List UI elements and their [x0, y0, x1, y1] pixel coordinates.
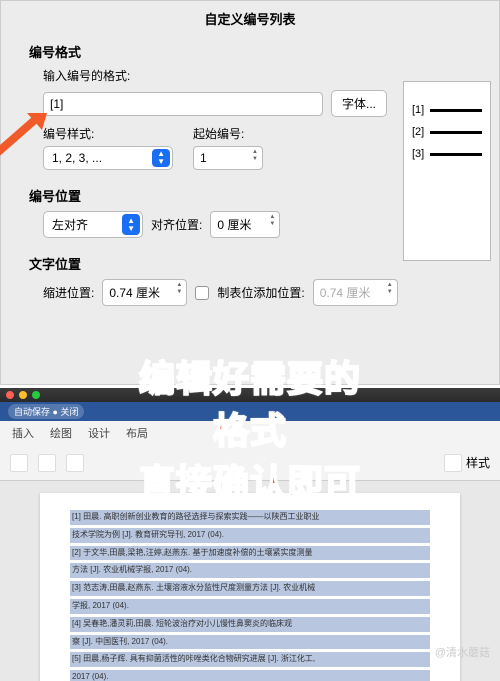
close-icon[interactable]	[6, 391, 14, 399]
watermark: @清水蘑菇	[435, 644, 490, 660]
tab-design[interactable]: 设计	[88, 425, 110, 441]
indent-label: 缩进位置:	[43, 284, 94, 301]
number-list-dialog: 自定义编号列表 编号格式 输入编号的格式: 字体... 编号样式: 1, 2, …	[0, 0, 500, 385]
format-input[interactable]	[43, 92, 323, 116]
ref-line[interactable]: 学报, 2017 (04).	[70, 599, 430, 614]
tab-draw[interactable]: 绘图	[50, 425, 72, 441]
document-area[interactable]: [1] 田晨. 高职创新创业教育的路径选择与探索实践——以陕西工业职业 技术学院…	[0, 481, 500, 681]
ribbon-tabs: 插入 绘图 设计 布局	[0, 421, 500, 445]
format-section-label: 编号格式	[29, 42, 481, 61]
font-button[interactable]: 字体...	[331, 90, 387, 117]
ref-line[interactable]: [5] 田晨,杨子辉. 具有抑菌活性的咔唑类化合物研究进展 [J]. 浙江化工,	[70, 652, 430, 667]
word-titlebar: 自动保存 ● 关闭	[0, 402, 500, 421]
arrow-annotation	[0, 108, 62, 158]
auto-save-toggle[interactable]: 自动保存 ● 关闭	[8, 404, 84, 419]
ribbon: 样式	[0, 445, 500, 481]
ref-line[interactable]: [2] 于文华,田晨,梁艳,汪婷,赵燕东. 基于加速度补偿的土壤紧实度测量	[70, 546, 430, 561]
paste-button[interactable]	[10, 454, 28, 472]
chevron-updown-icon: ▲▼	[127, 217, 135, 233]
tab-insert[interactable]: 插入	[12, 425, 34, 441]
ref-line[interactable]: [4] 吴春艳,潘灵莉,田晨. 短轮波治疗对小儿慢性鼻窦炎的临床观	[70, 617, 430, 632]
align-select[interactable]: 左对齐▲▼	[43, 211, 143, 238]
start-label: 起始编号:	[193, 125, 263, 142]
tab-label: 制表位添加位置:	[217, 284, 304, 301]
align-pos-label: 对齐位置:	[151, 216, 202, 233]
ref-line[interactable]: 方法 [J]. 农业机械学报, 2017 (04).	[70, 563, 430, 578]
styles-label: 样式	[466, 454, 490, 471]
ref-line[interactable]: 2017 (04).	[70, 670, 430, 681]
ref-line[interactable]: 察 [J]. 中国医刊, 2017 (04).	[70, 635, 430, 650]
chevron-updown-icon: ▲▼	[157, 150, 165, 166]
tab-layout[interactable]: 布局	[126, 425, 148, 441]
style-label: 编号样式:	[43, 125, 173, 142]
styles-button[interactable]	[444, 454, 462, 472]
dialog-title: 自定义编号列表	[1, 1, 499, 36]
minimize-icon[interactable]	[19, 391, 27, 399]
document-page: [1] 田晨. 高职创新创业教育的路径选择与探索实践——以陕西工业职业 技术学院…	[40, 493, 460, 681]
ref-line[interactable]: 技术学院为例 [J]. 教育研究导刊, 2017 (04).	[70, 528, 430, 543]
tab-checkbox[interactable]	[195, 286, 209, 300]
indent-stepper[interactable]: 0.74 厘米	[102, 279, 187, 306]
copy-button[interactable]	[66, 454, 84, 472]
ref-line[interactable]: [1] 田晨. 高职创新创业教育的路径选择与探索实践——以陕西工业职业	[70, 510, 430, 525]
style-select[interactable]: 1, 2, 3, ...▲▼	[43, 146, 173, 170]
cut-button[interactable]	[38, 454, 56, 472]
ref-line[interactable]: [3] 范志涛,田晨,赵燕东. 土壤溶液水分监性尺度测量方法 [J]. 农业机械	[70, 581, 430, 596]
maximize-icon[interactable]	[32, 391, 40, 399]
word-window: 自动保存 ● 关闭 插入 绘图 设计 布局 样式 [1] 田晨. 高职创新创业教…	[0, 388, 500, 666]
tab-value-stepper: 0.74 厘米	[313, 279, 398, 306]
align-pos-stepper[interactable]: 0 厘米	[210, 211, 280, 238]
mac-titlebar	[0, 388, 500, 402]
start-number-stepper[interactable]: 1	[193, 146, 263, 170]
preview-box: [1] [2] [3]	[403, 81, 491, 261]
